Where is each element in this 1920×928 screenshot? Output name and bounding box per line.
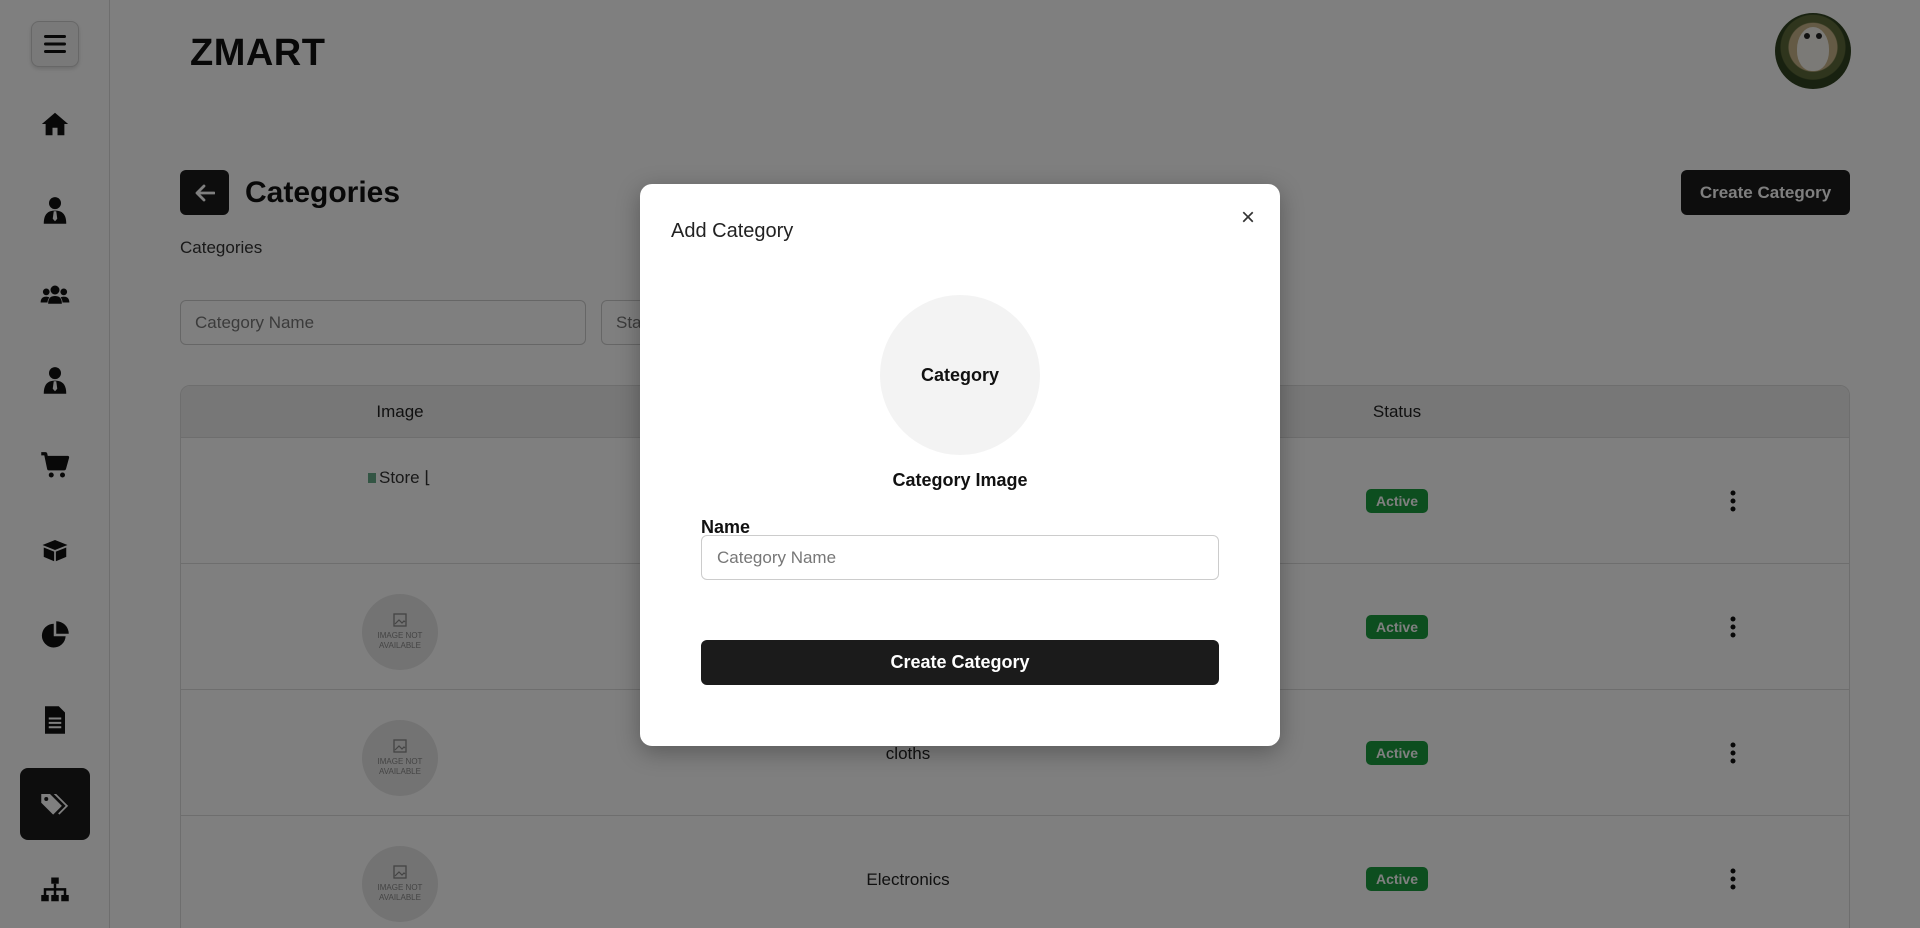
category-image-upload[interactable]: Category: [880, 295, 1040, 455]
add-category-modal: Add Category × Category Category Image N…: [640, 184, 1280, 746]
close-icon[interactable]: ×: [1236, 204, 1260, 231]
category-name-field[interactable]: Category Name: [701, 535, 1219, 580]
submit-create-category-button[interactable]: Create Category: [701, 640, 1219, 685]
modal-title: Add Category: [671, 220, 794, 242]
category-image-caption: Category Image: [892, 470, 1028, 490]
